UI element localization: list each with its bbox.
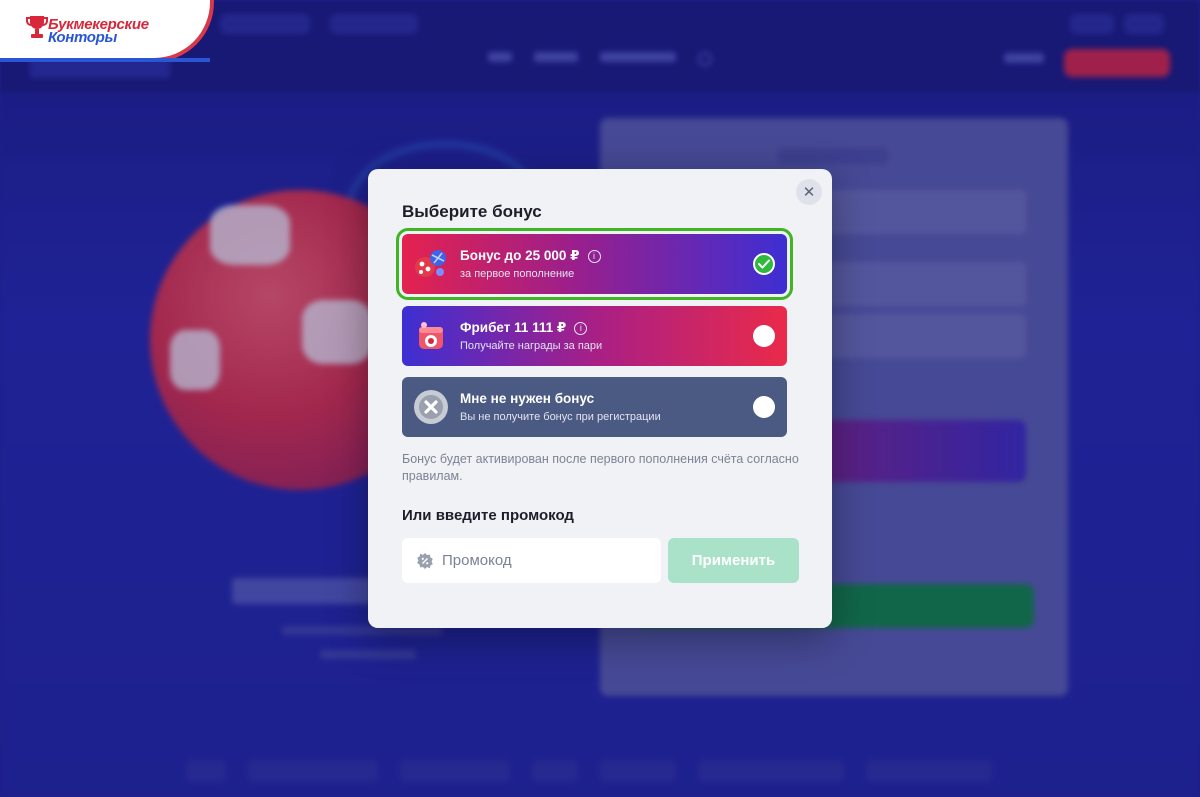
radio-selected[interactable]: [753, 253, 775, 275]
bonus-option-freebet[interactable]: Фрибет 11 111 ₽ i Получайте награды за п…: [402, 306, 787, 366]
apply-button[interactable]: Применить: [668, 538, 799, 583]
gift-balls-icon: [415, 250, 446, 277]
bonus-note: Бонус будет активирован после первого по…: [402, 452, 799, 483]
brand-stripe: [0, 58, 210, 62]
info-icon[interactable]: i: [587, 249, 601, 263]
radio-unselected[interactable]: [753, 396, 775, 418]
bonus-option-subtitle: Вы не получите бонус при регистрации: [460, 411, 661, 423]
promo-code-field[interactable]: [402, 538, 661, 583]
bonus-option-title-text: Фрибет 11 111 ₽: [460, 320, 567, 335]
brand-line2: Конторы: [48, 29, 118, 46]
badge-percent-icon: [417, 552, 433, 569]
close-icon: ✕: [802, 184, 816, 201]
freebet-box-icon: [419, 322, 443, 349]
bonus-option-subtitle: Получайте награды за пари: [460, 340, 603, 352]
bonus-option-none[interactable]: Мне не нужен бонус Вы не получите бонус …: [402, 377, 787, 437]
bonus-option-deposit[interactable]: Бонус до 25 000 ₽ i за первое пополнение: [396, 228, 793, 300]
bonus-option-title: Фрибет 11 111 ₽ i: [460, 320, 588, 336]
trophy-icon: [26, 16, 48, 38]
close-button[interactable]: ✕: [796, 179, 822, 205]
radio-unselected[interactable]: [753, 325, 775, 347]
bonus-option-subtitle: за первое пополнение: [460, 268, 575, 280]
bonus-option-title-text: Бонус до 25 000 ₽: [460, 248, 580, 263]
modal-title: Выберите бонус: [402, 202, 542, 221]
brand-logo: Букмекерские Конторы: [0, 0, 214, 62]
bonus-option-title: Бонус до 25 000 ₽ i: [460, 248, 601, 264]
info-icon[interactable]: i: [574, 321, 588, 335]
bonus-modal: ✕ Выберите бонус Бонус до 25 000 ₽ i за …: [368, 169, 832, 628]
checkmark-icon: [758, 259, 770, 269]
no-bonus-icon: [414, 390, 448, 424]
promo-title: Или введите промокод: [402, 507, 574, 524]
promo-code-input[interactable]: [442, 552, 642, 569]
bonus-option-title: Мне не нужен бонус: [460, 391, 595, 406]
